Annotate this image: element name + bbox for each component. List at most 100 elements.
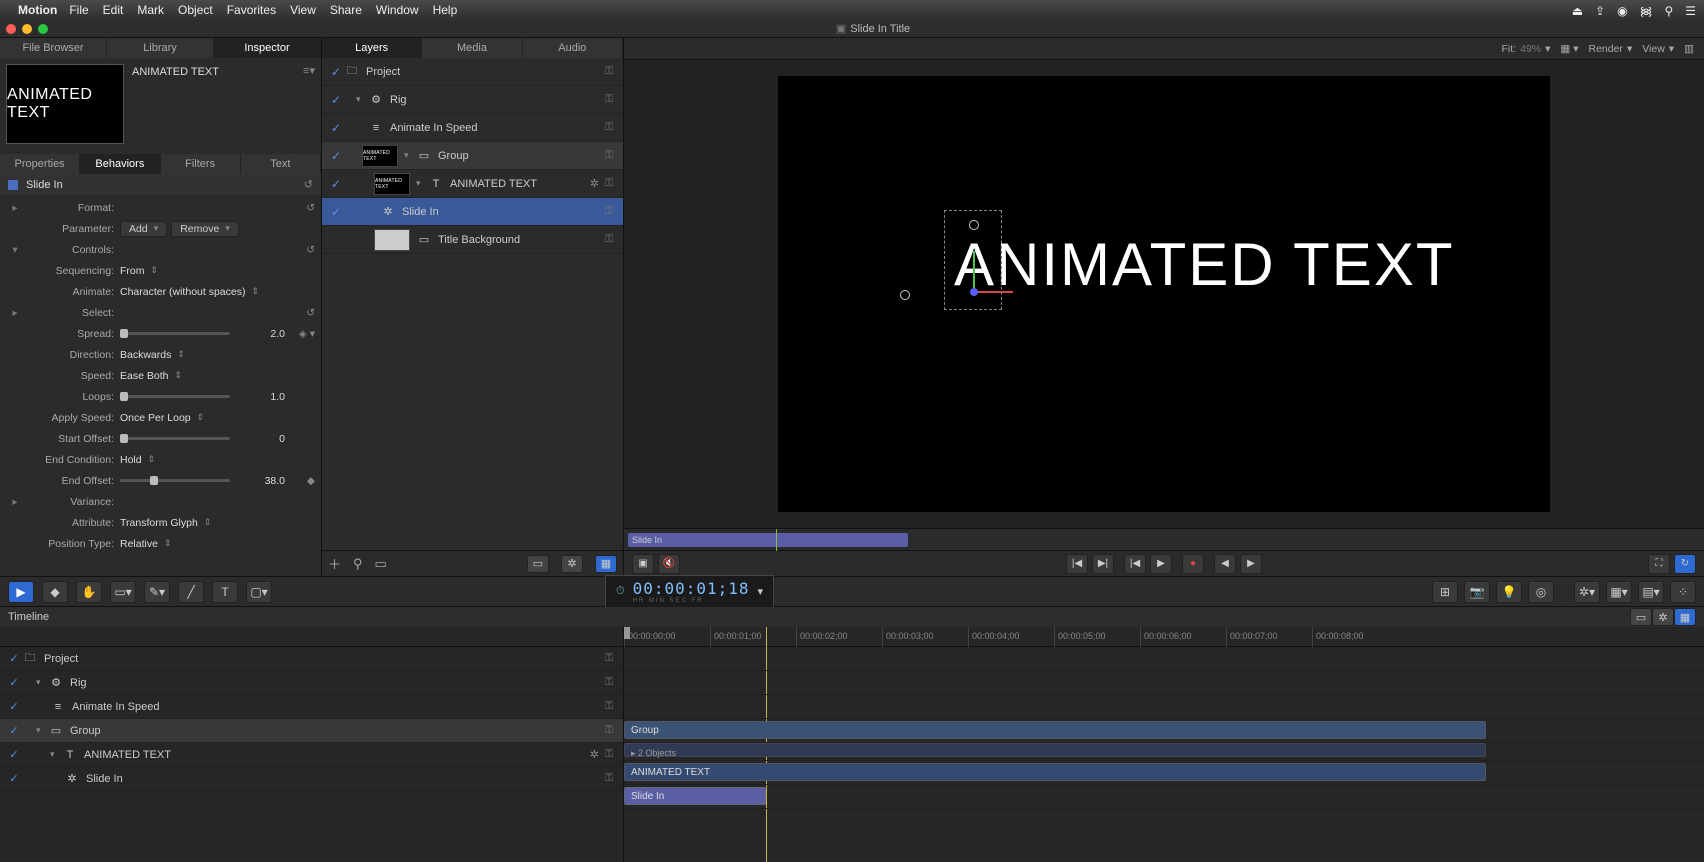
visibility-checkbox[interactable]: ✓ — [6, 700, 22, 713]
reset-icon[interactable]: ↺ — [285, 244, 315, 256]
param-startoffset-value[interactable]: 0 — [245, 433, 285, 445]
gear-icon[interactable]: ✲ — [590, 748, 599, 761]
timeline-layer-row[interactable]: ✓≡Animate In Speed⚿ — [0, 695, 623, 719]
layer-name[interactable]: Rig — [390, 94, 605, 106]
menu-mark[interactable]: Mark — [137, 3, 164, 17]
keyframe-icon[interactable]: ◈ ▾ — [285, 328, 315, 340]
fit-control[interactable]: Fit: 49% ▾ — [1501, 43, 1550, 55]
layer-row[interactable]: ✓🗀Project⚿ — [322, 58, 623, 86]
view-mode-2-icon[interactable]: ✲ — [561, 555, 583, 573]
visibility-checkbox[interactable]: ✓ — [328, 205, 344, 219]
timeline-mode-3-icon[interactable]: ▦ — [1674, 608, 1696, 626]
visibility-checkbox[interactable]: ✓ — [6, 652, 22, 665]
behavior-header[interactable]: Slide In ↺ — [0, 174, 321, 195]
timeline-layer-name[interactable]: ANIMATED TEXT — [84, 749, 590, 761]
visibility-checkbox[interactable]: ✓ — [6, 748, 22, 761]
param-startoffset-slider[interactable] — [120, 437, 230, 440]
preview-menu-icon[interactable]: ≡▾ — [303, 64, 315, 144]
link-icon[interactable]: ⚿ — [605, 700, 623, 713]
pan tool-icon[interactable]: ✋ — [76, 581, 102, 603]
param-loops-slider[interactable] — [120, 395, 230, 398]
link-icon[interactable]: ⚿ — [605, 205, 623, 218]
insp-tab-filters[interactable]: Filters — [161, 154, 241, 174]
remove-parameter-button[interactable]: Remove▾ — [171, 221, 239, 237]
search-icon[interactable]: ⚲ — [353, 556, 363, 572]
clip-group[interactable]: Group — [624, 721, 1486, 739]
timeline-layer-name[interactable]: Group — [70, 725, 605, 737]
disclosure-icon[interactable]: ▾ — [6, 244, 24, 256]
timeline-layer-name[interactable]: Rig — [70, 677, 605, 689]
link-icon[interactable]: ⚿ — [605, 676, 623, 689]
timeline-tracks[interactable]: 00:00:00;0000:00:01;0000:00:02;0000:00:0… — [624, 627, 1704, 862]
link-icon[interactable]: ⚿ — [605, 65, 623, 78]
rect-tool-icon[interactable]: ▭▾ — [110, 581, 136, 603]
traffic-lights[interactable] — [6, 24, 48, 34]
clip-slidein[interactable]: Slide In — [624, 787, 766, 805]
next-frame-icon[interactable]: ▶ — [1240, 554, 1262, 574]
timeline-layer-row[interactable]: ✓✲Slide In⚿ — [0, 767, 623, 791]
menu-window[interactable]: Window — [376, 3, 419, 17]
layer-name[interactable]: Group — [438, 150, 605, 162]
layer-row[interactable]: ✓ANIMATED TEXT▾▭Group⚿ — [322, 142, 623, 170]
disclosure-icon[interactable]: ▾ — [416, 178, 428, 189]
link-icon[interactable]: ⚿ — [605, 724, 623, 737]
param-spread-slider[interactable] — [120, 332, 230, 335]
make-particles-icon[interactable]: ⊞ — [1432, 581, 1458, 603]
reset-icon[interactable]: ↺ — [285, 202, 315, 214]
layer-name[interactable]: Animate In Speed — [390, 122, 605, 134]
insp-tab-behaviors[interactable]: Behaviors — [80, 154, 160, 174]
timeline-layer-row[interactable]: ✓▾▭Group⚿ — [0, 719, 623, 743]
mute-icon[interactable]: 🔇 — [658, 554, 680, 574]
minimize-icon[interactable] — [22, 24, 32, 34]
tab-inspector[interactable]: Inspector — [214, 38, 321, 58]
disclosure-icon[interactable]: ▾ — [50, 749, 62, 760]
paint-tool-icon[interactable]: ◆ — [42, 581, 68, 603]
render-menu[interactable]: Render ▾ — [1588, 43, 1632, 55]
visibility-checkbox[interactable]: ✓ — [6, 772, 22, 785]
timecode-mode-icon[interactable]: ⏱ — [616, 585, 625, 598]
tab-media[interactable]: Media — [422, 38, 522, 58]
menu-view[interactable]: View — [290, 3, 316, 17]
loop-icon[interactable]: ↻ — [1674, 554, 1696, 574]
visibility-checkbox[interactable]: ✓ — [6, 676, 22, 689]
light-icon[interactable]: 💡 — [1496, 581, 1522, 603]
timeline-layer-name[interactable]: Project — [44, 653, 605, 665]
timeline-layer-name[interactable]: Animate In Speed — [72, 701, 605, 713]
timecode-menu-icon[interactable]: ▾ — [758, 585, 764, 598]
disclosure-icon[interactable]: ▾ — [404, 150, 416, 161]
filters-lib-icon[interactable]: ▦▾ — [1606, 581, 1632, 603]
insp-tab-text[interactable]: Text — [241, 154, 321, 174]
link-icon[interactable]: ⚿ — [605, 652, 623, 665]
y-axis-gizmo-icon[interactable] — [973, 251, 975, 291]
prev-frame-icon[interactable]: ◀ — [1214, 554, 1236, 574]
param-endoffset-slider[interactable] — [120, 479, 230, 482]
param-sequencing-value[interactable]: From⇕ — [120, 265, 315, 277]
timeline-mode-2-icon[interactable]: ✲ — [1652, 608, 1674, 626]
canvas-text-object[interactable]: ANIMATED TEXT — [954, 230, 1455, 299]
generators-lib-icon[interactable]: ▤▾ — [1638, 581, 1664, 603]
select-tool-icon[interactable]: ▶ — [8, 581, 34, 603]
text-tool-icon[interactable]: T — [212, 581, 238, 603]
generator-icon[interactable]: ◎ — [1528, 581, 1554, 603]
behavior-reset-icon[interactable]: ↺ — [304, 178, 313, 191]
timeline-mode-1-icon[interactable]: ▭ — [1630, 608, 1652, 626]
layer-row[interactable]: ▭Title Background⚿ — [322, 226, 623, 254]
z-axis-gizmo-icon[interactable] — [970, 288, 978, 296]
layer-name[interactable]: Slide In — [402, 206, 605, 218]
add-parameter-button[interactable]: Add▾ — [120, 221, 167, 237]
visibility-checkbox[interactable]: ✓ — [328, 93, 344, 107]
visibility-checkbox[interactable]: ✓ — [328, 65, 344, 79]
handle-icon[interactable] — [969, 220, 979, 230]
param-applyspeed-value[interactable]: Once Per Loop⇕ — [120, 412, 315, 424]
visibility-checkbox[interactable]: ✓ — [328, 177, 344, 191]
param-endoffset-value[interactable]: 38.0 — [245, 475, 285, 487]
param-animate-value[interactable]: Character (without spaces)⇕ — [120, 286, 315, 298]
disclosure-icon[interactable]: ▸ — [6, 307, 24, 319]
in-point-marker[interactable] — [624, 627, 630, 639]
param-loops-value[interactable]: 1.0 — [245, 391, 285, 403]
param-positiontype-value[interactable]: Relative⇕ — [120, 538, 315, 550]
step-back-icon[interactable]: |◀ — [1124, 554, 1146, 574]
param-attribute-value[interactable]: Transform Glyph⇕ — [120, 517, 315, 529]
tab-layers[interactable]: Layers — [322, 38, 422, 58]
menu-edit[interactable]: Edit — [103, 3, 124, 17]
